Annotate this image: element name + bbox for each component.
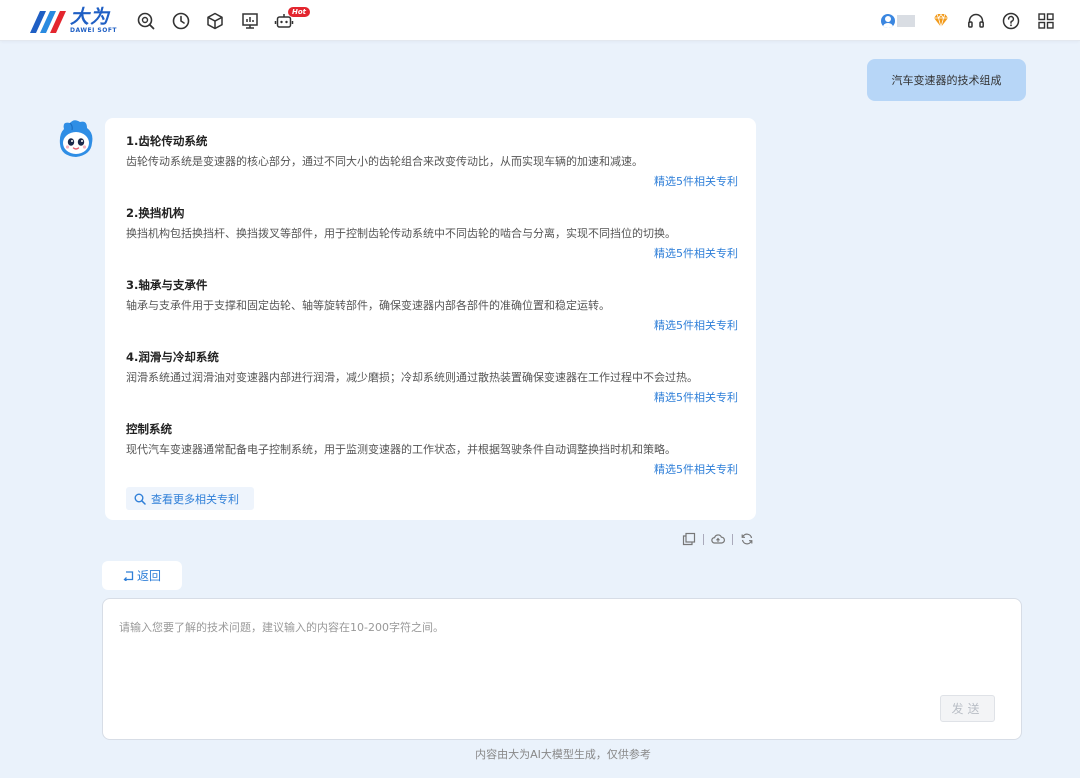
cloud-save-icon[interactable] xyxy=(711,532,725,546)
bot-avatar-icon xyxy=(59,120,93,157)
hot-badge: Hot xyxy=(288,7,311,17)
cube-icon[interactable] xyxy=(205,11,225,31)
section-body: 轴承与支承件用于支撑和固定齿轮、轴等旋转部件，确保变速器内部各部件的准确位置和稳… xyxy=(126,299,610,312)
answer-section: 4.润滑与冷却系统 润滑系统通过润滑油对变速器内部进行润滑，减少磨损；冷却系统则… xyxy=(126,349,738,406)
patent-search-icon[interactable] xyxy=(136,11,156,31)
return-arrow-icon xyxy=(123,571,134,581)
question-input-box: 发送 xyxy=(102,598,1022,740)
answer-section: 1.齿轮传动系统 齿轮传动系统是变速器的核心部分，通过不同大小的齿轮组合来改变传… xyxy=(126,133,738,190)
user-account[interactable] xyxy=(881,14,915,28)
answer-card: 1.齿轮传动系统 齿轮传动系统是变速器的核心部分，通过不同大小的齿轮组合来改变传… xyxy=(105,118,756,520)
view-more-patents-label: 查看更多相关专利 xyxy=(151,492,239,506)
answer-section: 控制系统 现代汽车变速器通常配备电子控制系统，用于监测变速器的工作状态，并根据驾… xyxy=(126,421,738,478)
logo-mark-icon xyxy=(30,11,66,33)
section-body: 润滑系统通过润滑油对变速器内部进行润滑，减少磨损；冷却系统则通过散热装置确保变速… xyxy=(126,371,698,384)
action-divider xyxy=(732,533,733,545)
logo-cn: 大为 xyxy=(70,6,111,28)
action-divider xyxy=(703,533,704,545)
copy-icon[interactable] xyxy=(682,532,696,546)
apps-grid-icon[interactable] xyxy=(1036,11,1056,31)
section-title: 2.换挡机构 xyxy=(126,206,185,220)
section-title: 4.润滑与冷却系统 xyxy=(126,350,219,364)
question-input[interactable] xyxy=(119,619,999,699)
ai-robot-icon[interactable]: Hot xyxy=(274,7,311,31)
nav-icons: Hot xyxy=(136,7,311,31)
header-right-tools xyxy=(881,11,1056,31)
related-patents-link[interactable]: 精选5件相关专利 xyxy=(126,318,738,334)
section-title: 3.轴承与支承件 xyxy=(126,278,208,292)
vip-diamond-icon[interactable] xyxy=(931,11,951,31)
analytics-screen-icon[interactable] xyxy=(240,11,260,31)
related-patents-link[interactable]: 精选5件相关专利 xyxy=(126,462,738,478)
logo-text: 大为 DAWEI SOFT xyxy=(70,8,117,34)
search-icon xyxy=(134,493,146,505)
related-patents-link[interactable]: 精选5件相关专利 xyxy=(126,390,738,406)
user-question-bubble: 汽车变速器的技术组成 xyxy=(867,59,1026,101)
back-button[interactable]: 返回 xyxy=(102,561,182,590)
dawei-logo[interactable]: 大为 DAWEI SOFT xyxy=(26,7,117,35)
history-clock-icon[interactable] xyxy=(171,11,191,31)
send-button[interactable]: 发送 xyxy=(940,695,995,722)
section-title: 1.齿轮传动系统 xyxy=(126,134,208,148)
customer-service-headset-icon[interactable] xyxy=(966,11,986,31)
related-patents-link[interactable]: 精选5件相关专利 xyxy=(126,174,738,190)
answer-actions xyxy=(682,532,754,546)
top-navigation-bar: 大为 DAWEI SOFT Hot xyxy=(0,0,1080,41)
view-more-patents-button[interactable]: 查看更多相关专利 xyxy=(126,487,254,510)
user-avatar-icon xyxy=(881,14,895,28)
section-title: 控制系统 xyxy=(126,422,172,436)
logo-en: DAWEI SOFT xyxy=(70,27,118,34)
section-body: 换挡机构包括换挡杆、换挡拨叉等部件，用于控制齿轮传动系统中不同齿轮的啮合与分离，… xyxy=(126,227,676,240)
help-question-icon[interactable] xyxy=(1001,11,1021,31)
section-body: 齿轮传动系统是变速器的核心部分，通过不同大小的齿轮组合来改变传动比，从而实现车辆… xyxy=(126,155,643,168)
answer-section: 3.轴承与支承件 轴承与支承件用于支撑和固定齿轮、轴等旋转部件，确保变速器内部各… xyxy=(126,277,738,334)
user-name-redacted xyxy=(897,15,915,27)
answer-section: 2.换挡机构 换挡机构包括换挡杆、换挡拨叉等部件，用于控制齿轮传动系统中不同齿轮… xyxy=(126,205,738,262)
section-body: 现代汽车变速器通常配备电子控制系统，用于监测变速器的工作状态，并根据驾驶条件自动… xyxy=(126,443,676,456)
regenerate-refresh-icon[interactable] xyxy=(740,532,754,546)
ai-disclaimer: 内容由大为AI大模型生成，仅供参考 xyxy=(475,748,651,761)
related-patents-link[interactable]: 精选5件相关专利 xyxy=(126,246,738,262)
back-button-label: 返回 xyxy=(136,569,161,583)
